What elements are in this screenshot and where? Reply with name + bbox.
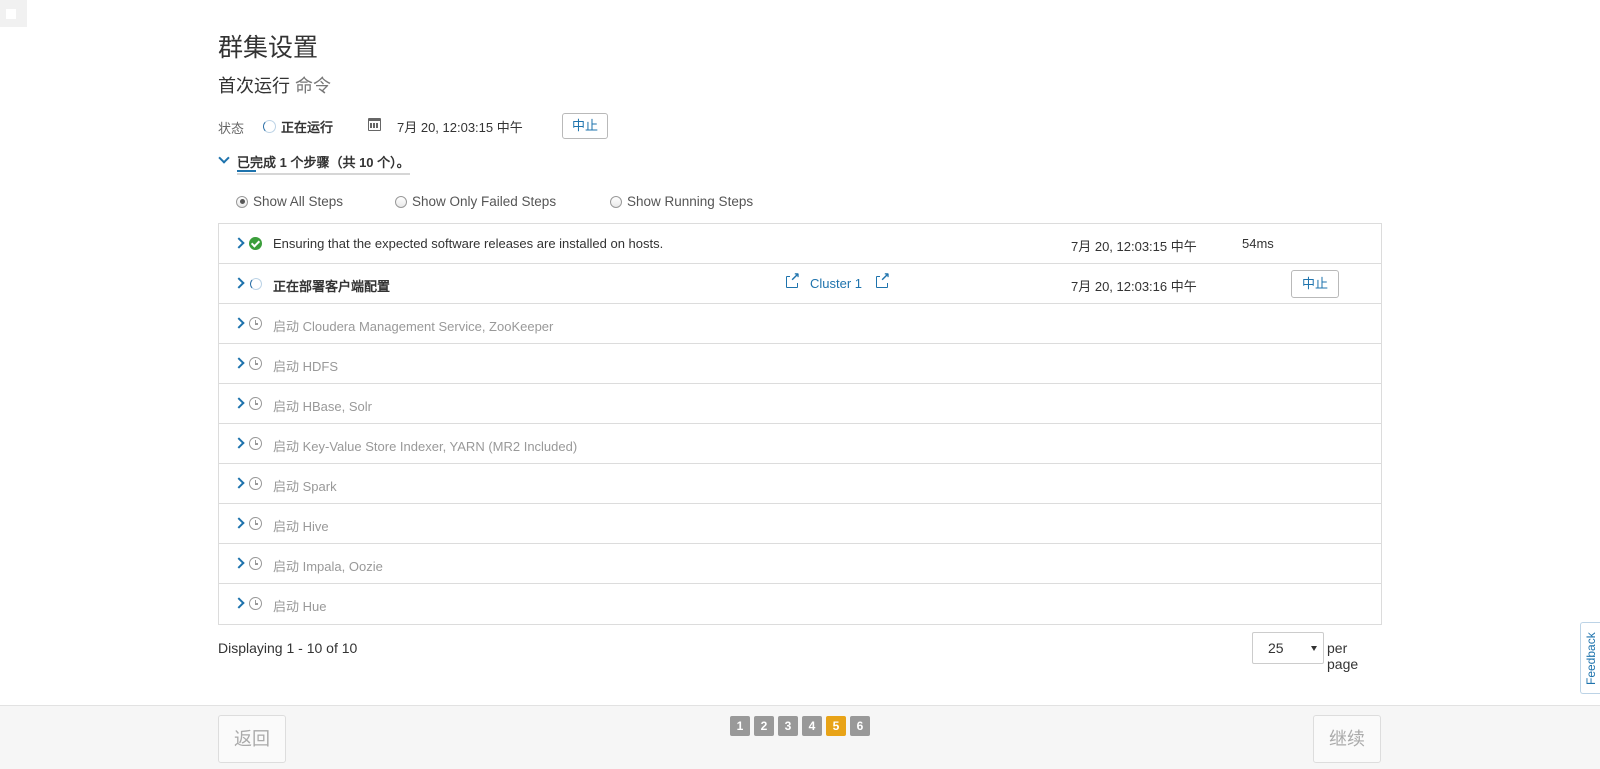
chevron-right-icon[interactable] (233, 557, 245, 569)
chevron-down-icon (218, 152, 230, 164)
step-name: 正在部署客户端配置 (273, 279, 391, 294)
filter-label: Show Only Failed Steps (412, 194, 557, 209)
step-row: 启动 Spark (219, 464, 1381, 504)
wizard-step: 1 (730, 716, 750, 736)
step-name: 启动 HDFS (273, 359, 339, 374)
step-name: 启动 Spark (273, 479, 337, 494)
filter-show-all[interactable]: Show All Steps (236, 194, 343, 209)
command-status-row: 状态 正在运行 7月 20, 12:03:15 中午 中止 (218, 113, 818, 139)
wizard-step-active: 5 (826, 716, 846, 736)
step-name: 启动 HBase, Solr (273, 399, 372, 414)
radio-show-failed[interactable] (395, 195, 407, 208)
feedback-label: Feedback (1584, 632, 1598, 685)
external-link-icon[interactable] (786, 271, 801, 288)
status-value: 正在运行 (281, 120, 334, 135)
cluster-link-label: Cluster 1 (810, 276, 863, 291)
clock-icon (249, 437, 262, 450)
filter-show-failed[interactable]: Show Only Failed Steps (395, 194, 556, 209)
clock-icon (249, 477, 262, 490)
wizard-step: 3 (778, 716, 798, 736)
chevron-right-icon[interactable] (233, 517, 245, 529)
status-label: 状态 (218, 121, 245, 136)
wizard-step: 6 (850, 716, 870, 736)
step-row: 启动 HBase, Solr (219, 384, 1381, 424)
spinner-icon (250, 278, 262, 290)
step-row: 启动 Hive (219, 504, 1381, 544)
abort-step-button[interactable]: 中止 (1291, 270, 1340, 298)
per-page-label: per page (1327, 640, 1359, 672)
cluster-link[interactable]: Cluster 1 (810, 276, 862, 291)
calendar-icon (368, 118, 381, 131)
step-name: 启动 Cloudera Management Service, ZooKeepe… (273, 319, 554, 334)
continue-button[interactable]: 继续 (1313, 715, 1381, 763)
caret-down-icon (1311, 646, 1317, 651)
chevron-right-icon[interactable] (233, 277, 245, 289)
step-row: 启动 Impala, Oozie (219, 544, 1381, 584)
clock-icon (249, 517, 262, 530)
external-link-icon[interactable] (876, 271, 891, 288)
clock-icon (249, 397, 262, 410)
page-subtitle: 首次运行 命令 (218, 72, 331, 98)
step-row: 启动 HDFS (219, 344, 1381, 384)
step-filter-options: Show All Steps Show Only Failed Steps Sh… (236, 194, 936, 214)
chevron-right-icon[interactable] (233, 477, 245, 489)
step-duration: 54ms (1242, 236, 1274, 251)
step-name: 启动 Hue (273, 599, 327, 614)
wizard-step: 4 (802, 716, 822, 736)
step-row: 正在部署客户端配置 Cluster 1 7月 20, 12:03:16 中午 中… (219, 264, 1381, 304)
step-time: 7月 20, 12:03:16 中午 (1071, 279, 1197, 294)
step-row: 启动 Hue (219, 584, 1381, 624)
step-name: 启动 Key-Value Store Indexer, YARN (MR2 In… (273, 439, 578, 454)
wizard-step-indicator: 1 2 3 4 5 6 (730, 716, 870, 736)
chevron-right-icon[interactable] (233, 597, 245, 609)
chevron-right-icon[interactable] (233, 317, 245, 329)
per-page-select[interactable]: 25 (1252, 632, 1324, 664)
chevron-right-icon[interactable] (233, 357, 245, 369)
step-time: 7月 20, 12:03:15 中午 (1071, 239, 1197, 254)
abort-command-button[interactable]: 中止 (562, 113, 609, 139)
step-name: Ensuring that the expected software rele… (273, 236, 664, 251)
wizard-step: 2 (754, 716, 774, 736)
feedback-tab[interactable]: Feedback (1580, 622, 1600, 694)
per-page-value: 25 (1268, 640, 1284, 656)
page-title: 群集设置 (218, 34, 319, 62)
start-time: 7月 20, 12:03:15 中午 (397, 120, 523, 135)
chevron-right-icon[interactable] (233, 397, 245, 409)
chevron-right-icon[interactable] (233, 437, 245, 449)
clock-icon (249, 357, 262, 370)
per-page-control: 25 per page (1252, 632, 1382, 672)
subtitle-command-name: 首次运行 (218, 76, 290, 96)
chevron-right-icon[interactable] (233, 237, 245, 249)
steps-summary-toggle[interactable]: 已完成 1 个步骤（共 10 个）。 (218, 152, 518, 175)
clock-icon (249, 317, 262, 330)
check-circle-icon (249, 237, 262, 250)
radio-show-running[interactable] (610, 195, 622, 208)
clock-icon (249, 597, 262, 610)
subtitle-command-suffix: 命令 (295, 76, 332, 96)
corner-toggle[interactable] (0, 0, 27, 27)
clock-icon (249, 557, 262, 570)
filter-show-running[interactable]: Show Running Steps (610, 194, 753, 209)
step-name: 启动 Impala, Oozie (273, 559, 383, 574)
back-button[interactable]: 返回 (218, 715, 286, 763)
filter-label: Show Running Steps (627, 194, 754, 209)
steps-table: Ensuring that the expected software rele… (218, 223, 1382, 625)
pagination-info: Displaying 1 - 10 of 10 (218, 640, 358, 656)
radio-show-all[interactable] (236, 195, 248, 208)
step-name: 启动 Hive (273, 519, 329, 534)
steps-progress-bar (237, 170, 256, 172)
corner-toggle-icon (6, 9, 16, 19)
step-row: 启动 Cloudera Management Service, ZooKeepe… (219, 304, 1381, 344)
step-row: 启动 Key-Value Store Indexer, YARN (MR2 In… (219, 424, 1381, 464)
steps-summary-text: 已完成 1 个步骤（共 10 个）。 (237, 152, 410, 175)
spinner-icon (263, 120, 276, 133)
filter-label: Show All Steps (253, 194, 344, 209)
wizard-footer: 返回 1 2 3 4 5 6 继续 (0, 705, 1600, 769)
step-row: Ensuring that the expected software rele… (219, 224, 1381, 264)
